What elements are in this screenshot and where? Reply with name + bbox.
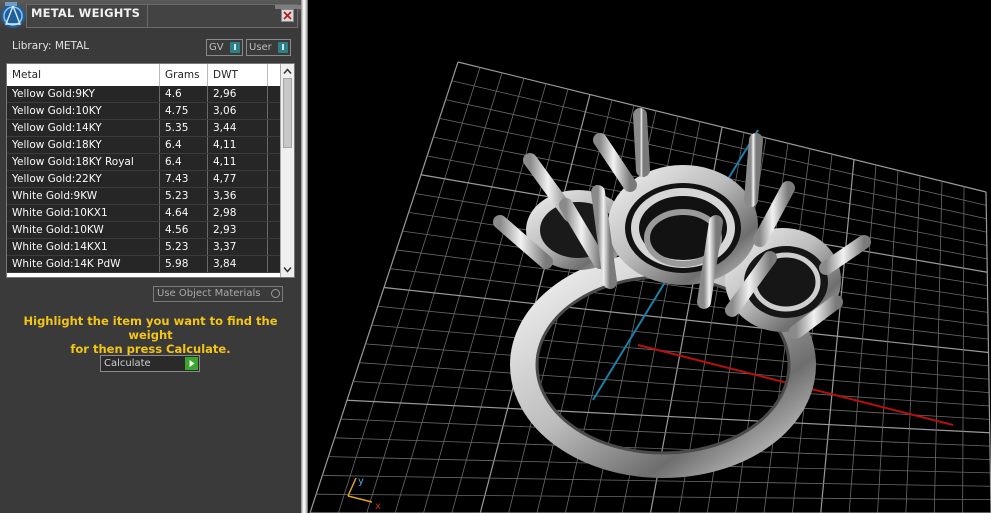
table-row[interactable]: Yellow Gold:14KY 5.35 3,44	[7, 120, 282, 137]
column-header-grams[interactable]: Grams	[160, 64, 208, 86]
scroll-up-icon[interactable]	[283, 67, 292, 76]
table-row[interactable]: Yellow Gold:10KY 4.75 3,06	[7, 103, 282, 120]
grams-cell: 6.4	[160, 137, 208, 153]
instruction-text: Highlight the item you want to find the …	[10, 314, 291, 356]
library-label: Library: METAL	[12, 40, 90, 52]
gv-toggle-indicator: I	[230, 42, 240, 53]
table-header: Metal Grams DWT	[7, 64, 282, 87]
viewport-canvas: y x	[309, 61, 991, 513]
close-button[interactable]	[281, 9, 294, 22]
metal-cell: Yellow Gold:9KY	[7, 86, 160, 102]
grams-cell: 5.98	[160, 256, 208, 272]
metal-cell: Yellow Gold:10KY	[7, 103, 160, 119]
metal-cell: Yellow Gold:18KY Royal	[7, 154, 160, 170]
grid-line	[346, 399, 990, 434]
table-row[interactable]: Yellow Gold:9KY 4.6 2,96	[7, 86, 282, 103]
dwt-cell: 3,36	[208, 188, 268, 204]
metal-cell: Yellow Gold:14KY	[7, 120, 160, 136]
dwt-cell: 2,93	[208, 222, 268, 238]
dwt-cell: 2,98	[208, 205, 268, 221]
dwt-cell: 2,96	[208, 86, 268, 102]
gizmo-x-label: x	[375, 501, 381, 512]
grams-cell: 5.35	[160, 120, 208, 136]
grid-line	[365, 343, 990, 394]
grid-line	[877, 170, 899, 513]
dwt-cell: 4,11	[208, 154, 268, 170]
user-toggle-indicator: I	[278, 42, 288, 53]
grams-cell: 5.23	[160, 188, 208, 204]
grams-cell: 5.23	[160, 239, 208, 255]
table-row[interactable]: White Gold:9KW 5.23 3,36	[7, 188, 282, 205]
grid-line	[340, 418, 990, 447]
column-header-metal[interactable]: Metal	[7, 64, 160, 86]
gv-toggle-label: GV	[209, 42, 224, 53]
app-logo-icon	[1, 2, 25, 28]
3d-viewport[interactable]: y x	[308, 0, 991, 513]
panel-splitter[interactable]	[301, 0, 308, 513]
dwt-cell: 4,11	[208, 137, 268, 153]
grams-cell: 4.64	[160, 205, 208, 221]
panel-title-box: METAL WEIGHTS	[26, 4, 301, 28]
dwt-cell: 4,77	[208, 171, 268, 187]
table-scrollbar[interactable]	[280, 64, 294, 277]
table-row[interactable]: Yellow Gold:18KY 6.4 4,11	[7, 137, 282, 154]
metal-cell: White Gold:9KW	[7, 188, 160, 204]
table-row[interactable]: White Gold:14K PdW 5.98 3,84	[7, 256, 282, 273]
panel-title: METAL WEIGHTS	[31, 6, 141, 20]
dwt-cell: 3,44	[208, 120, 268, 136]
calculate-label: Calculate	[104, 358, 151, 369]
grams-cell: 4.6	[160, 86, 208, 102]
grid-line	[359, 362, 990, 407]
metal-weights-panel: METAL WEIGHTS Library: METAL GV I User I…	[0, 0, 301, 513]
use-object-materials-option[interactable]: Use Object Materials	[153, 286, 283, 302]
table-body: Yellow Gold:9KY 4.6 2,96 Yellow Gold:10KY 4.…	[7, 86, 282, 273]
use-object-materials-label: Use Object Materials	[157, 288, 261, 299]
table-row[interactable]: White Gold:14KX1 5.23 3,37	[7, 239, 282, 256]
table-row[interactable]: Yellow Gold:18KY Royal 6.4 4,11	[7, 154, 282, 171]
dwt-cell: 3,84	[208, 256, 268, 272]
dwt-cell: 3,37	[208, 239, 268, 255]
ground-grid	[309, 61, 991, 513]
user-toggle[interactable]: User I	[246, 39, 291, 56]
grid-line	[353, 381, 990, 420]
metal-cell: Yellow Gold:18KY	[7, 137, 160, 153]
metal-cell: White Gold:14KX1	[7, 239, 160, 255]
ring-model	[493, 108, 871, 478]
user-toggle-label: User	[249, 42, 272, 53]
gizmo-y-label: y	[358, 476, 364, 487]
metal-cell: White Gold:14K PdW	[7, 256, 160, 272]
table-row[interactable]: Yellow Gold:22KY 7.43 4,77	[7, 171, 282, 188]
dwt-cell: 3,06	[208, 103, 268, 119]
calculate-button[interactable]: Calculate	[100, 355, 200, 372]
play-icon	[185, 357, 198, 370]
table-row[interactable]: White Gold:10KX1 4.64 2,98	[7, 205, 282, 222]
gv-toggle[interactable]: GV I	[206, 39, 243, 56]
panel-titlebar: METAL WEIGHTS	[0, 0, 301, 30]
metal-cell: Yellow Gold:22KY	[7, 171, 160, 187]
scroll-down-icon[interactable]	[283, 265, 292, 274]
instruction-line-2: for then press Calculate.	[70, 342, 231, 356]
grams-cell: 7.43	[160, 171, 208, 187]
grid-line	[848, 164, 877, 513]
grid-line	[383, 286, 989, 354]
instruction-line-1: Highlight the item you want to find the …	[23, 314, 278, 342]
title-separator	[147, 5, 148, 27]
grams-cell: 6.4	[160, 154, 208, 170]
metal-table: Metal Grams DWT Yellow Gold:9KY 4.6 2,96 Ye…	[6, 63, 295, 278]
radio-icon	[271, 289, 280, 298]
metal-cell: White Gold:10KW	[7, 222, 160, 238]
grams-cell: 4.75	[160, 103, 208, 119]
metal-cell: White Gold:10KX1	[7, 205, 160, 221]
grams-cell: 4.56	[160, 222, 208, 238]
table-row[interactable]: White Gold:10KW 4.56 2,93	[7, 222, 282, 239]
scroll-thumb[interactable]	[283, 78, 292, 148]
close-icon	[283, 11, 292, 20]
column-header-dwt[interactable]: DWT	[208, 64, 268, 86]
